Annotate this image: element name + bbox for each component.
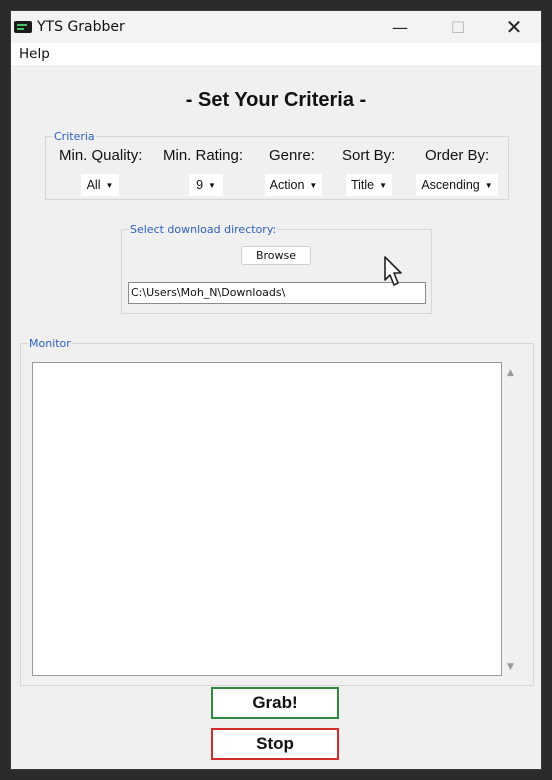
menu-bar: Help xyxy=(11,43,541,65)
grab-button[interactable]: Grab! xyxy=(211,687,339,719)
genre-value: Action xyxy=(269,178,305,192)
sort-by-label: Sort By: xyxy=(342,147,396,164)
order-by-value: Ascending xyxy=(421,178,480,192)
min-quality-value: All xyxy=(86,178,101,192)
title-bar: YTS Grabber — ☐ ✕ xyxy=(11,11,541,43)
monitor-group: Monitor ▲ ▼ xyxy=(20,337,534,686)
app-icon xyxy=(14,21,32,33)
stop-button[interactable]: Stop xyxy=(211,728,339,760)
minimize-button[interactable]: — xyxy=(377,11,423,43)
close-button[interactable]: ✕ xyxy=(491,11,537,43)
min-quality-select[interactable]: All ▼ xyxy=(81,174,119,196)
directory-group-label: Select download directory: xyxy=(129,223,278,236)
min-rating-value: 9 xyxy=(196,178,204,192)
dropdown-arrow-icon: ▼ xyxy=(484,180,493,190)
dropdown-arrow-icon: ▼ xyxy=(208,180,216,190)
sort-by-value: Title xyxy=(350,178,375,192)
dropdown-arrow-icon: ▼ xyxy=(379,180,388,190)
min-rating-label: Min. Rating: xyxy=(163,147,244,164)
order-by-select[interactable]: Ascending ▼ xyxy=(416,174,498,196)
genre-label: Genre: xyxy=(269,147,315,164)
genre-select[interactable]: Action ▼ xyxy=(265,174,322,196)
order-by-label: Order By: xyxy=(425,147,490,164)
scroll-up-icon[interactable]: ▲ xyxy=(507,368,514,378)
monitor-group-label: Monitor xyxy=(28,337,72,350)
dropdown-arrow-icon: ▼ xyxy=(309,180,318,190)
min-quality-label: Min. Quality: xyxy=(59,147,143,164)
dropdown-arrow-icon: ▼ xyxy=(105,180,114,190)
sort-by-select[interactable]: Title ▼ xyxy=(346,174,392,196)
window-title: YTS Grabber xyxy=(37,19,125,35)
criteria-group: Criteria Min. Quality: All ▼ Min. Rating:… xyxy=(45,130,509,200)
min-rating-select[interactable]: 9 ▼ xyxy=(189,174,223,196)
app-window: YTS Grabber — ☐ ✕ Help - Set Your Criter… xyxy=(10,10,542,770)
criteria-group-label: Criteria xyxy=(53,130,96,143)
main-content: - Set Your Criteria - Criteria Min. Qual… xyxy=(11,65,541,769)
mouse-pointer-icon xyxy=(384,256,402,286)
menu-help[interactable]: Help xyxy=(19,46,50,62)
browse-button[interactable]: Browse xyxy=(241,246,311,265)
monitor-textarea[interactable] xyxy=(32,362,502,676)
page-heading: - Set Your Criteria - xyxy=(185,89,367,111)
maximize-button[interactable]: ☐ xyxy=(435,11,481,43)
scroll-down-icon[interactable]: ▼ xyxy=(507,662,514,672)
